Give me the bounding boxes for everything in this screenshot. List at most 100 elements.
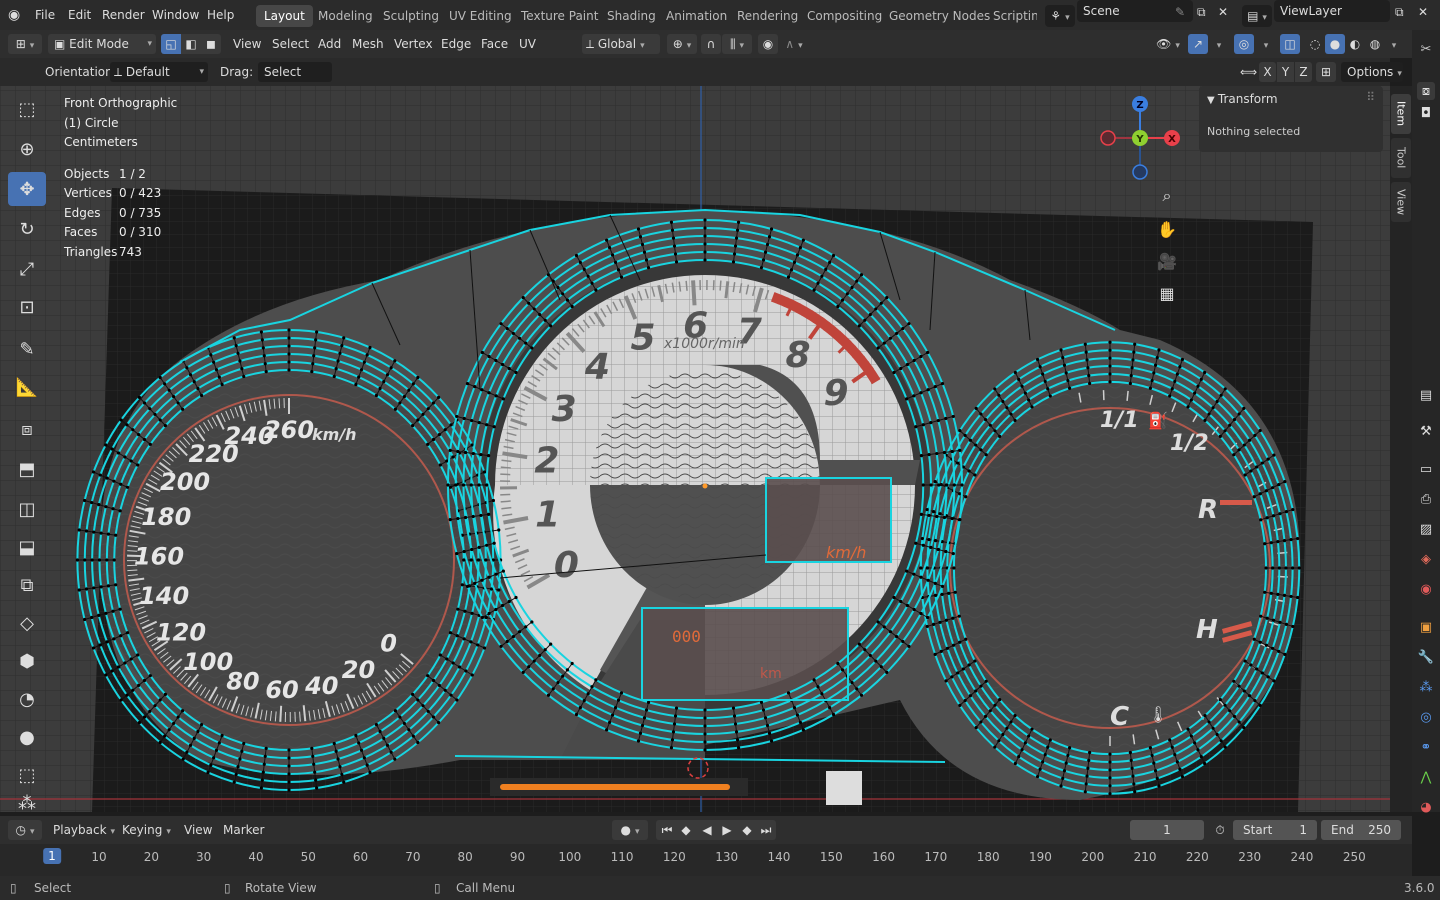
mesh-vertex[interactable]: [734, 236, 739, 240]
mesh-vertex[interactable]: [636, 227, 641, 231]
transform-section-header[interactable]: ▼ Transform: [1207, 92, 1278, 106]
mesh-vertex[interactable]: [984, 453, 988, 457]
mesh-vertex[interactable]: [500, 362, 505, 367]
mesh-vertex[interactable]: [565, 668, 570, 672]
mesh-vertex[interactable]: [703, 724, 707, 728]
mesh-vertex[interactable]: [673, 252, 678, 256]
mesh-vertex[interactable]: [382, 379, 386, 384]
mesh-vertex[interactable]: [332, 741, 336, 746]
mesh-vertex[interactable]: [167, 728, 171, 732]
mesh-vertex[interactable]: [816, 685, 820, 689]
tab-shading[interactable]: Shading: [599, 5, 664, 27]
mesh-vertex[interactable]: [1084, 782, 1088, 786]
mesh-vertex[interactable]: [437, 432, 441, 437]
mesh-vertex[interactable]: [1066, 753, 1070, 758]
mesh-vertex[interactable]: [933, 480, 937, 484]
mesh-vertex[interactable]: [950, 675, 954, 679]
mesh-vertex[interactable]: [416, 740, 420, 745]
menu-keying[interactable]: Keying ▾: [122, 820, 171, 840]
mesh-vertex[interactable]: [561, 674, 565, 678]
mesh-vertex[interactable]: [1291, 624, 1295, 629]
mesh-vertex[interactable]: [398, 401, 402, 405]
mesh-vertex[interactable]: [77, 588, 81, 592]
mesh-vertex[interactable]: [963, 698, 967, 703]
mesh-vertex[interactable]: [613, 706, 618, 710]
mesh-vertex[interactable]: [1215, 399, 1219, 404]
mesh-vertex[interactable]: [1130, 766, 1134, 770]
mesh-vertex[interactable]: [798, 720, 802, 725]
mesh-vertex[interactable]: [912, 358, 916, 363]
mesh-vertex[interactable]: [1062, 769, 1067, 773]
mesh-vertex[interactable]: [885, 670, 889, 674]
tool-props-icon[interactable]: ✂: [1417, 40, 1435, 58]
mesh-vertex[interactable]: [1211, 726, 1215, 730]
mesh-vertex[interactable]: [1030, 405, 1034, 409]
viewport-canvas[interactable]: 020406080100120140160180200220240260 km/…: [0, 86, 1390, 812]
mesh-vertex[interactable]: [310, 746, 314, 750]
mesh-vertex[interactable]: [449, 693, 453, 697]
menu-mesh[interactable]: Mesh: [352, 34, 384, 54]
mesh-vertex[interactable]: [411, 382, 415, 386]
mesh-vertex[interactable]: [1013, 418, 1017, 422]
mesh-vertex[interactable]: [505, 639, 509, 644]
mesh-vertex[interactable]: [492, 541, 496, 545]
tab-uv-editing[interactable]: UV Editing: [441, 5, 520, 27]
mesh-vertex[interactable]: [551, 687, 555, 691]
mesh-vertex[interactable]: [1027, 734, 1031, 738]
snap-target-icon[interactable]: ⫼ ▾: [722, 34, 752, 54]
mesh-vertex[interactable]: [1059, 784, 1063, 788]
menu-edit[interactable]: Edit: [68, 0, 91, 30]
mesh-vertex[interactable]: [919, 391, 923, 395]
mesh-vertex[interactable]: [938, 512, 942, 516]
mesh-vertex[interactable]: [932, 622, 936, 626]
mesh-vertex[interactable]: [176, 401, 180, 405]
mesh-vertex[interactable]: [1086, 766, 1090, 770]
mesh-vertex[interactable]: [1218, 698, 1222, 702]
mesh-vertex[interactable]: [477, 421, 481, 425]
mesh-vertex[interactable]: [431, 678, 436, 683]
tab-tool[interactable]: Tool: [1391, 138, 1411, 178]
mesh-vertex[interactable]: [125, 693, 129, 697]
mesh-vertex[interactable]: [703, 218, 707, 222]
mesh-vertex[interactable]: [532, 659, 536, 663]
mesh-vertex[interactable]: [111, 609, 115, 613]
mesh-vertex[interactable]: [451, 455, 455, 459]
mesh-vertex[interactable]: [374, 393, 378, 398]
mesh-vertex[interactable]: [1253, 433, 1257, 438]
mesh-vertex[interactable]: [936, 418, 940, 423]
mesh-vertex[interactable]: [855, 687, 859, 691]
mesh-vertex[interactable]: [1237, 412, 1241, 416]
mesh-vertex[interactable]: [75, 558, 79, 562]
mesh-vertex[interactable]: [1258, 640, 1262, 644]
mesh-vertex[interactable]: [1157, 784, 1161, 788]
mesh-vertex[interactable]: [1189, 398, 1193, 402]
mesh-vertex[interactable]: [485, 423, 489, 427]
mesh-vertex[interactable]: [443, 688, 447, 692]
mesh-vertex[interactable]: [863, 318, 867, 322]
mesh-vertex[interactable]: [939, 649, 943, 653]
mesh-vertex[interactable]: [763, 716, 768, 720]
mesh-vertex[interactable]: [261, 346, 265, 350]
mesh-vertex[interactable]: [952, 566, 956, 570]
mesh-vertex[interactable]: [438, 463, 442, 467]
mesh-vertex[interactable]: [1023, 741, 1027, 745]
mesh-vertex[interactable]: [259, 330, 263, 334]
mesh-vertex[interactable]: [1270, 646, 1275, 650]
mesh-vertex[interactable]: [1041, 372, 1045, 376]
mesh-vertex[interactable]: [1064, 371, 1068, 375]
mesh-vertex[interactable]: [334, 367, 338, 371]
mesh-vertex[interactable]: [514, 595, 518, 600]
mesh-vertex[interactable]: [142, 715, 147, 719]
mesh-vertex[interactable]: [163, 382, 167, 386]
mesh-vertex[interactable]: [457, 665, 462, 669]
mesh-vertex[interactable]: [287, 764, 291, 768]
mesh-vertex[interactable]: [315, 330, 319, 334]
mesh-vertex[interactable]: [1131, 358, 1135, 362]
mesh-vertex[interactable]: [1199, 755, 1203, 759]
mesh-vertex[interactable]: [703, 732, 707, 736]
menu-help[interactable]: Help: [207, 0, 234, 30]
mesh-vertex[interactable]: [859, 273, 864, 277]
mesh-vertex[interactable]: [836, 661, 840, 666]
mesh-vertex[interactable]: [1178, 767, 1182, 771]
mesh-vertex[interactable]: [501, 397, 505, 401]
